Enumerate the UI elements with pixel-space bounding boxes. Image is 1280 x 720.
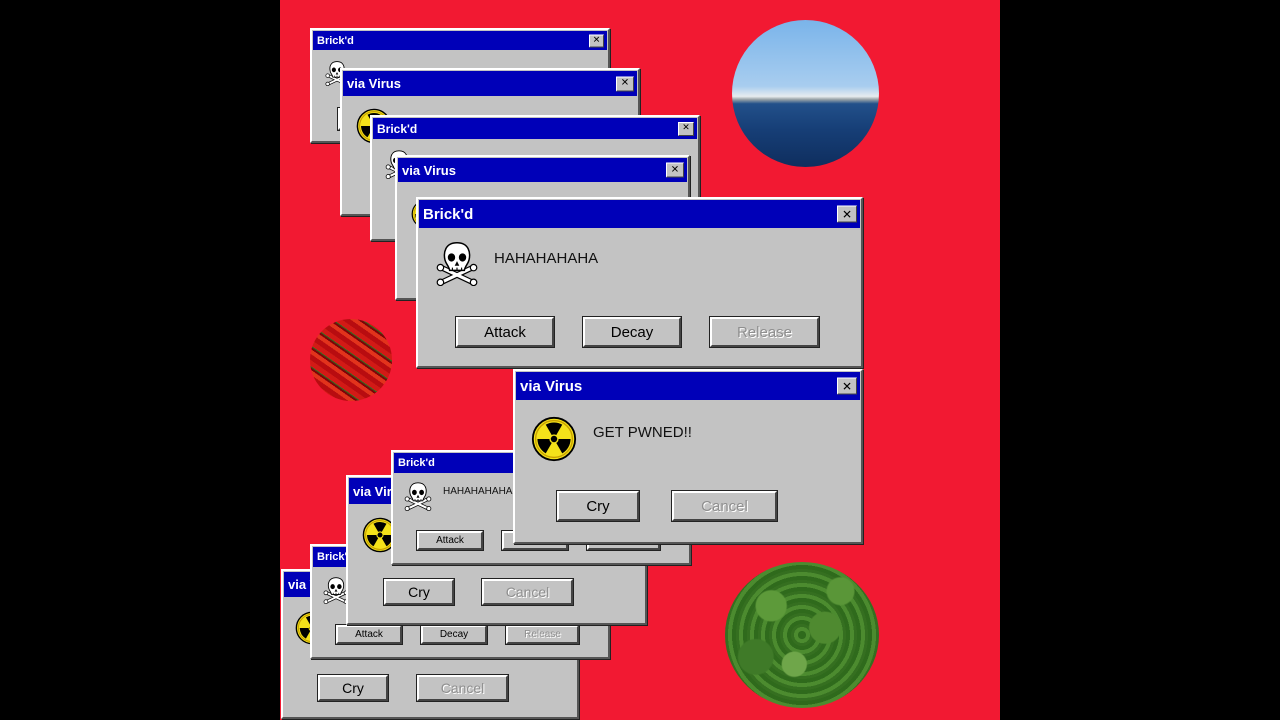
dialog-message: HAHAHAHAHA: [494, 250, 599, 267]
close-icon[interactable]: ✕: [589, 34, 604, 47]
dialog-message: HAHAHAHAHA: [443, 486, 513, 497]
attack-button[interactable]: Attack: [416, 530, 484, 551]
release-button: Release: [709, 316, 820, 348]
cry-button[interactable]: Cry: [556, 490, 640, 522]
dialog-title: Brick'd: [423, 205, 474, 223]
close-icon[interactable]: ✕: [666, 162, 684, 178]
decay-button[interactable]: Decay: [582, 316, 682, 348]
attack-button[interactable]: Attack: [455, 316, 555, 348]
peppers-photo: [310, 319, 392, 401]
radiation-icon: [531, 416, 577, 462]
dialog-title: Brick'd: [377, 121, 418, 136]
decay-button[interactable]: Decay: [420, 624, 488, 645]
dialog-title: Brick'd: [398, 457, 435, 469]
cry-button[interactable]: Cry: [317, 674, 389, 702]
close-icon[interactable]: ✕: [837, 205, 857, 223]
close-icon[interactable]: ✕: [837, 377, 857, 395]
release-button: Release: [505, 624, 580, 645]
trees-photo: [725, 562, 879, 708]
desktop-background: Brick'd ✕ via Virus ✕ Brick'd ✕ via Viru…: [280, 0, 1000, 720]
cancel-button: Cancel: [416, 674, 509, 702]
cancel-button: Cancel: [671, 490, 778, 522]
skull-crossbones-icon: [403, 481, 433, 511]
dialog-brickd-main: Brick'd ✕ HAHAHAHAHA Attack Decay Releas…: [416, 197, 863, 368]
cancel-button: Cancel: [481, 578, 574, 606]
cry-button[interactable]: Cry: [383, 578, 455, 606]
attack-button[interactable]: Attack: [335, 624, 403, 645]
dialog-title: Brick'd: [317, 34, 354, 47]
dialog-title: via Virus: [402, 162, 456, 178]
dialog-title: via Virus: [520, 377, 583, 395]
sea-photo: [732, 20, 879, 167]
dialog-message: GET PWNED!!: [593, 424, 692, 441]
close-icon[interactable]: ✕: [616, 76, 634, 91]
dialog-virus-main: via Virus ✕ GET PWNED!! Cry Cancel: [513, 369, 863, 544]
dialog-title: via Virus: [347, 76, 401, 91]
close-icon[interactable]: ✕: [678, 121, 694, 136]
skull-crossbones-icon: [434, 240, 480, 286]
